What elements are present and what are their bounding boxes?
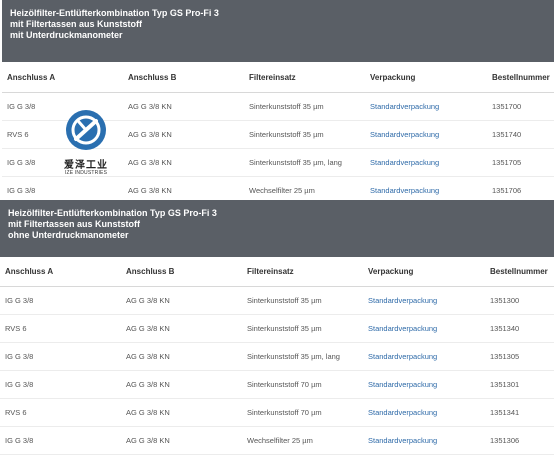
cell-anschluss-a: IG G 3/8 xyxy=(2,92,123,121)
cell-anschluss-b: AG G 3/8 KN xyxy=(123,148,244,177)
section-title-line: ohne Unterdruckmanometer xyxy=(8,230,129,240)
cell-anschluss-b: AG G 3/8 KN xyxy=(121,314,242,343)
cell-verpackung-link[interactable]: Standardverpackung xyxy=(363,286,485,315)
cell-anschluss-a: IG G 3/8 xyxy=(0,342,121,371)
table-row: IG G 3/8 AG G 3/8 KN Sinterkunststoff 70… xyxy=(0,370,554,399)
cell-bestellnummer: 1351700 xyxy=(487,92,554,121)
header-bestellnummer: Bestellnummer xyxy=(487,62,554,93)
cell-bestellnummer: 1351301 xyxy=(485,370,554,399)
cell-filtereinsatz: Sinterkunststoff 35 µm xyxy=(244,120,365,149)
table-row: IG G 3/8 AG G 3/8 KN Wechselfilter 25 µm… xyxy=(0,426,554,455)
table-header-row: Anschluss A Anschluss B Filtereinsatz Ve… xyxy=(2,62,554,93)
header-anschluss-a: Anschluss A xyxy=(2,62,123,93)
cell-anschluss-b: AG G 3/8 KN xyxy=(123,92,244,121)
cell-filtereinsatz: Sinterkunststoff 35 µm, lang xyxy=(244,148,365,177)
section-title-line: Heizölfilter-Entlüfterkombination Typ GS… xyxy=(8,208,217,218)
product-section-with-gauge: Heizölfilter-Entlüfterkombination Typ GS… xyxy=(2,0,554,205)
cell-filtereinsatz: Sinterkunststoff 70 µm xyxy=(242,398,363,427)
cell-bestellnummer: 1351300 xyxy=(485,286,554,315)
cell-anschluss-a: IG G 3/8 xyxy=(2,148,123,177)
cell-anschluss-b: AG G 3/8 KN xyxy=(121,342,242,371)
cell-anschluss-a: RVS 6 xyxy=(0,314,121,343)
cell-verpackung-link[interactable]: Standardverpackung xyxy=(363,398,485,427)
product-table: Anschluss A Anschluss B Filtereinsatz Ve… xyxy=(2,62,554,205)
table-row: IG G 3/8 AG G 3/8 KN Sinterkunststoff 35… xyxy=(0,286,554,315)
cell-anschluss-b: AG G 3/8 KN xyxy=(121,370,242,399)
cell-verpackung-link[interactable]: Standardverpackung xyxy=(363,314,485,343)
header-filtereinsatz: Filtereinsatz xyxy=(242,257,363,287)
cell-filtereinsatz: Sinterkunststoff 35 µm xyxy=(242,314,363,343)
table-row: IG G 3/8 AG G 3/8 KN Sinterkunststoff 35… xyxy=(2,92,554,121)
cell-verpackung-link[interactable]: Standardverpackung xyxy=(365,92,487,121)
cell-verpackung-link[interactable]: Standardverpackung xyxy=(363,342,485,371)
cell-anschluss-b: AG G 3/8 KN xyxy=(121,398,242,427)
header-anschluss-b: Anschluss B xyxy=(123,62,244,93)
cell-filtereinsatz: Sinterkunststoff 35 µm, lang xyxy=(242,342,363,371)
table-row: IG G 3/8 AG G 3/8 KN Sinterkunststoff 35… xyxy=(2,148,554,177)
section-banner: Heizölfilter-Entlüfterkombination Typ GS… xyxy=(0,200,554,257)
section-title-line: mit Filtertassen aus Kunststoff xyxy=(8,219,141,229)
cell-anschluss-b: AG G 3/8 KN xyxy=(123,120,244,149)
header-filtereinsatz: Filtereinsatz xyxy=(244,62,365,93)
cell-anschluss-a: IG G 3/8 xyxy=(0,370,121,399)
cell-filtereinsatz: Sinterkunststoff 35 µm xyxy=(244,92,365,121)
cell-bestellnummer: 1351306 xyxy=(485,426,554,455)
cell-verpackung-link[interactable]: Standardverpackung xyxy=(363,370,485,399)
cell-anschluss-a: IG G 3/8 xyxy=(0,286,121,315)
table-row: RVS 6 AG G 3/8 KN Sinterkunststoff 70 µm… xyxy=(0,398,554,427)
cell-bestellnummer: 1351340 xyxy=(485,314,554,343)
table-row: RVS 6 AG G 3/8 KN Sinterkunststoff 35 µm… xyxy=(0,314,554,343)
cell-anschluss-a: IG G 3/8 xyxy=(0,426,121,455)
header-anschluss-b: Anschluss B xyxy=(121,257,242,287)
cell-bestellnummer: 1351305 xyxy=(485,342,554,371)
cell-anschluss-a: RVS 6 xyxy=(2,120,123,149)
header-bestellnummer: Bestellnummer xyxy=(485,257,554,287)
product-table: Anschluss A Anschluss B Filtereinsatz Ve… xyxy=(0,257,554,455)
cell-verpackung-link[interactable]: Standardverpackung xyxy=(365,148,487,177)
section-title-line: mit Filtertassen aus Kunststoff xyxy=(10,19,143,29)
section-title-line: mit Unterdruckmanometer xyxy=(10,30,123,40)
cell-verpackung-link[interactable]: Standardverpackung xyxy=(363,426,485,455)
table-row: RVS 6 AG G 3/8 KN Sinterkunststoff 35 µm… xyxy=(2,120,554,149)
section-banner: Heizölfilter-Entlüfterkombination Typ GS… xyxy=(2,0,554,62)
cell-filtereinsatz: Wechselfilter 25 µm xyxy=(242,426,363,455)
section-title-line: Heizölfilter-Entlüfterkombination Typ GS… xyxy=(10,8,219,18)
cell-filtereinsatz: Sinterkunststoff 70 µm xyxy=(242,370,363,399)
cell-bestellnummer: 1351705 xyxy=(487,148,554,177)
cell-anschluss-b: AG G 3/8 KN xyxy=(121,286,242,315)
cell-anschluss-b: AG G 3/8 KN xyxy=(121,426,242,455)
table-header-row: Anschluss A Anschluss B Filtereinsatz Ve… xyxy=(0,257,554,287)
cell-bestellnummer: 1351341 xyxy=(485,398,554,427)
header-verpackung: Verpackung xyxy=(365,62,487,93)
cell-bestellnummer: 1351740 xyxy=(487,120,554,149)
cell-anschluss-a: RVS 6 xyxy=(0,398,121,427)
header-verpackung: Verpackung xyxy=(363,257,485,287)
table-row: IG G 3/8 AG G 3/8 KN Sinterkunststoff 35… xyxy=(0,342,554,371)
product-section-without-gauge: Heizölfilter-Entlüfterkombination Typ GS… xyxy=(0,200,554,455)
header-anschluss-a: Anschluss A xyxy=(0,257,121,287)
cell-verpackung-link[interactable]: Standardverpackung xyxy=(365,120,487,149)
cell-filtereinsatz: Sinterkunststoff 35 µm xyxy=(242,286,363,315)
